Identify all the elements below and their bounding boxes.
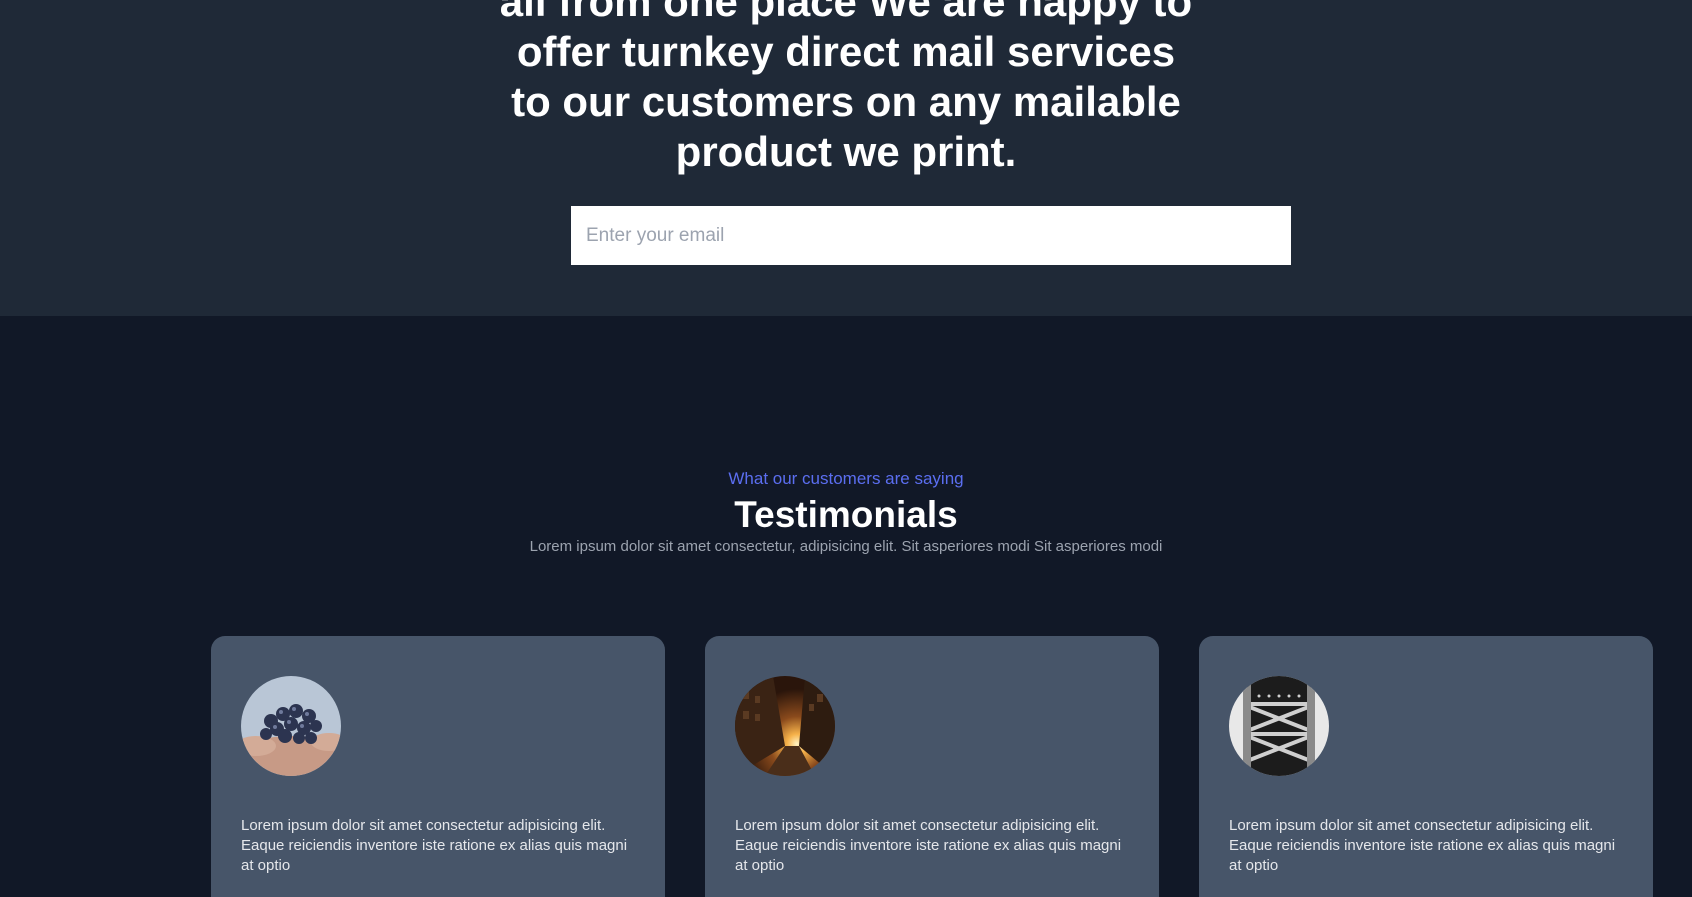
sunset-street-photo-icon <box>735 676 835 776</box>
hero-line: to our customers on any mailable <box>511 78 1181 125</box>
hero-line: product we print. <box>675 128 1017 175</box>
testimonials-title: Testimonials <box>734 494 958 535</box>
testimonial-quote: Lorem ipsum dolor sit amet consectetur a… <box>1229 817 1616 874</box>
steel-structure-photo-icon <box>1229 676 1329 776</box>
hero-line: offer turnkey direct mail services <box>516 28 1176 75</box>
testimonial-card: Lorem ipsum dolor sit amet consectetur a… <box>211 636 665 897</box>
blueberries-photo-icon <box>241 676 341 776</box>
testimonials-subtitle: Lorem ipsum dolor sit amet consectetur, … <box>529 538 1163 555</box>
testimonial-card: Lorem ipsum dolor sit amet consectetur a… <box>1199 636 1653 897</box>
testimonial-quote: Lorem ipsum dolor sit amet consectetur a… <box>735 817 1122 874</box>
testimonial-card: Lorem ipsum dolor sit amet consectetur a… <box>705 636 1159 897</box>
testimonials-eyebrow: What our customers are saying <box>728 469 964 488</box>
hero-heading: all from one place We are happy to offer… <box>0 0 1692 177</box>
hero-line: all from one place We are happy to <box>499 0 1193 25</box>
email-input[interactable] <box>571 206 1291 265</box>
testimonial-quote: Lorem ipsum dolor sit amet consectetur a… <box>241 817 628 874</box>
page: all from one place We are happy to offer… <box>0 0 1692 897</box>
hero-section: all from one place We are happy to offer… <box>0 0 1692 316</box>
